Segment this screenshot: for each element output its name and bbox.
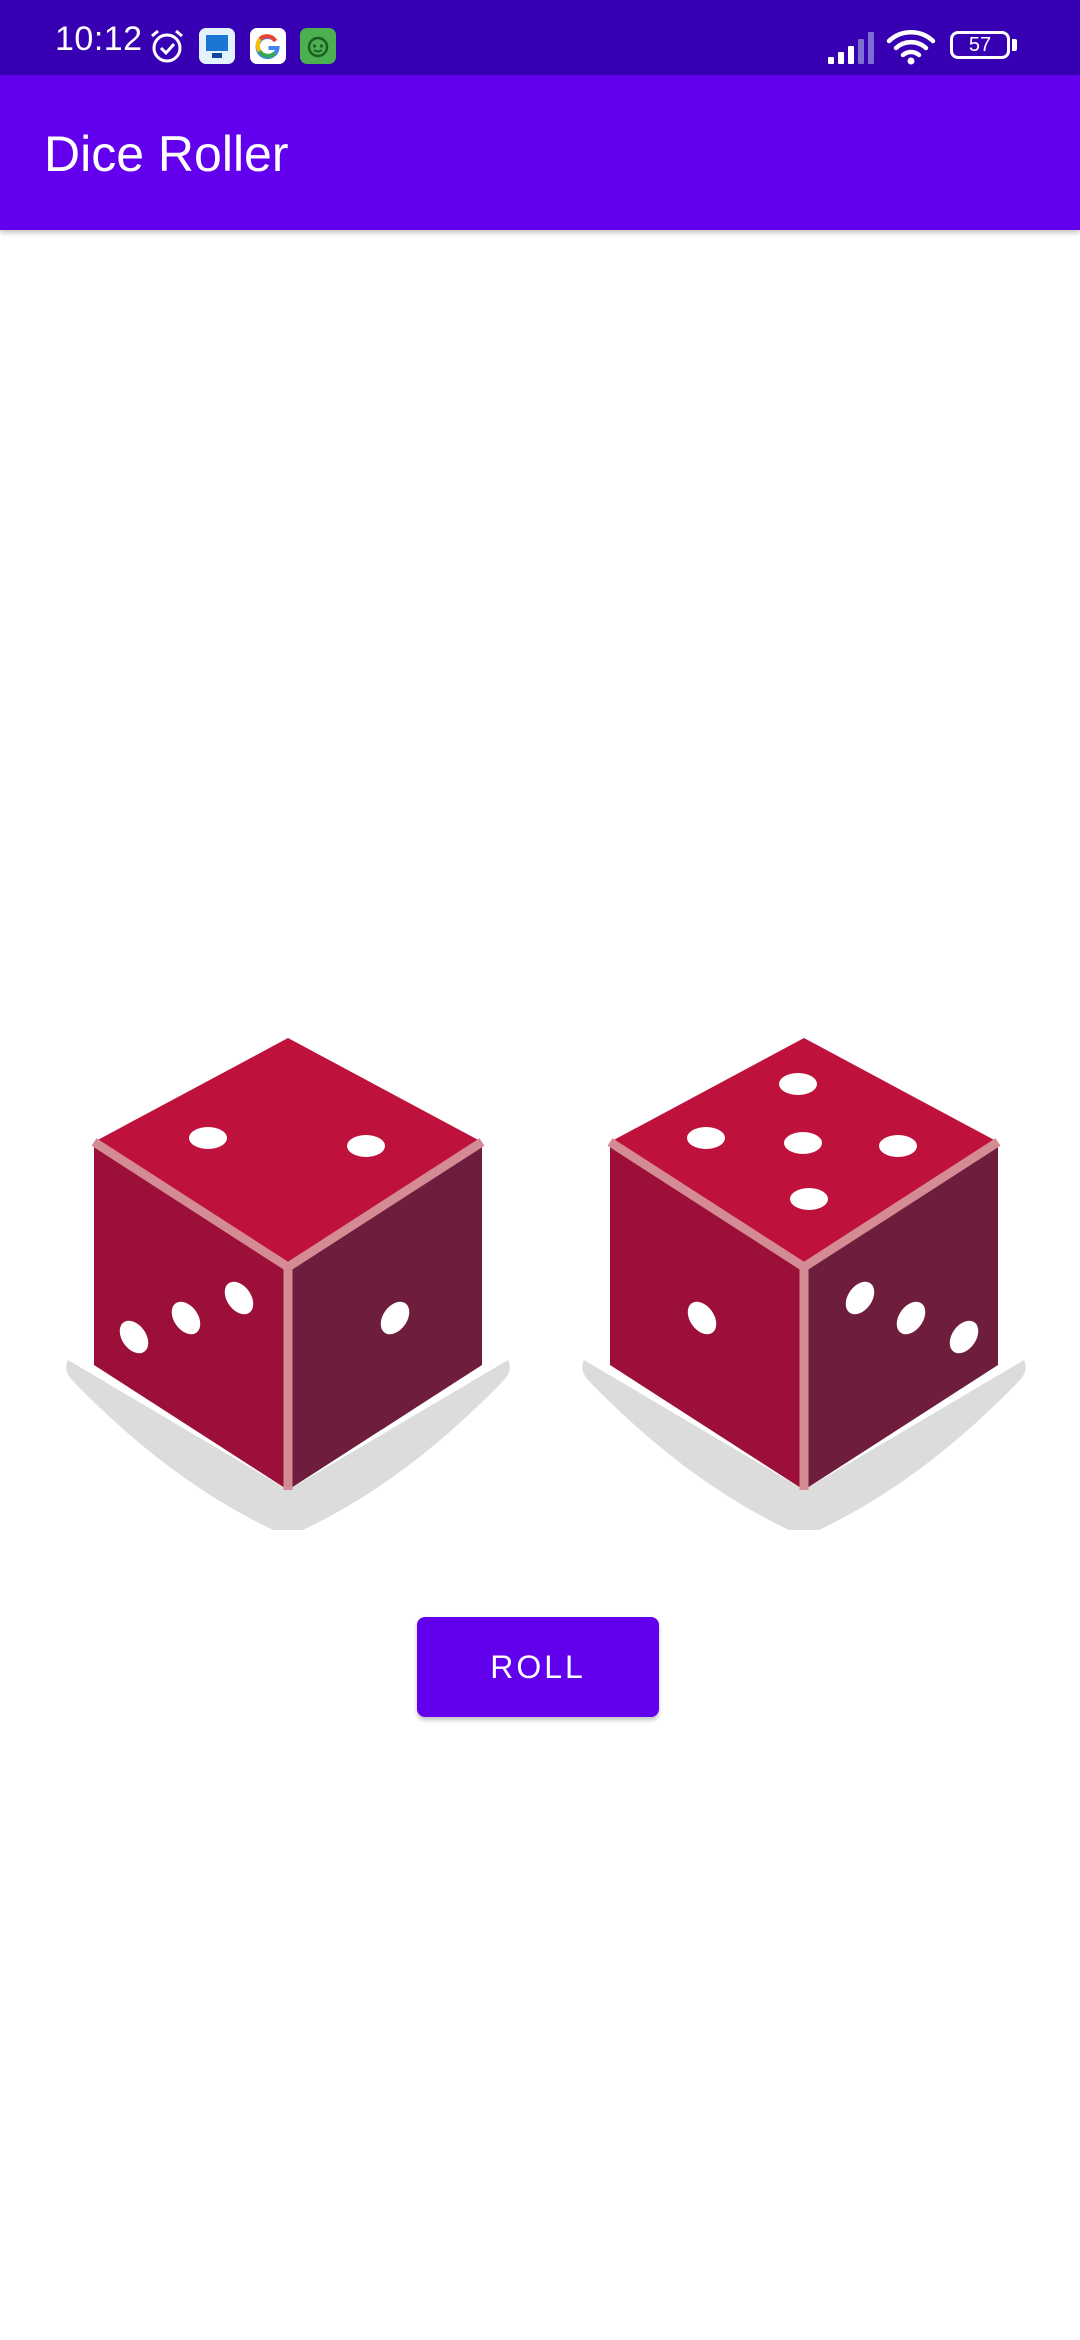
signal-icon xyxy=(826,30,876,71)
app-bar: Dice Roller xyxy=(0,75,1080,230)
battery-icon: 57 xyxy=(950,31,1010,59)
wifi-icon xyxy=(886,28,936,71)
google-icon xyxy=(249,27,287,70)
pip xyxy=(779,1073,817,1095)
android-app-icon xyxy=(299,27,337,70)
status-bar: 10:12 57 xyxy=(0,0,1080,75)
dice-roller-screen: 10:12 57 Dice Roller ROLL xyxy=(0,0,1080,2340)
pip xyxy=(687,1127,725,1149)
pip xyxy=(784,1132,822,1154)
pip xyxy=(790,1188,828,1210)
alarm-icon xyxy=(147,26,187,71)
pip xyxy=(347,1135,385,1157)
pip xyxy=(879,1135,917,1157)
pip xyxy=(189,1127,227,1149)
status-time: 10:12 xyxy=(55,20,143,58)
dice-image-left xyxy=(66,1038,510,1530)
dice-image-right xyxy=(582,1038,1026,1530)
roll-button[interactable]: ROLL xyxy=(417,1617,659,1717)
app-title: Dice Roller xyxy=(44,126,289,182)
notification-app-icon xyxy=(198,27,236,70)
battery-tip xyxy=(1012,39,1017,51)
